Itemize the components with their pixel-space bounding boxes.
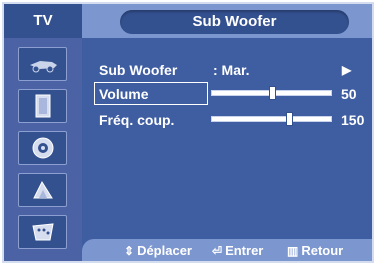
- sidebar-item-channel[interactable]: [18, 131, 67, 165]
- move-hint: ⇕ Déplacer: [124, 243, 192, 258]
- setup-icon: [32, 180, 53, 199]
- freq-value: 150: [341, 112, 365, 128]
- osd-window: TV Sub Woofer Sub Woofer: Mar. ▶ Volume…: [2, 2, 374, 263]
- volume-slider[interactable]: [211, 86, 332, 100]
- menu-row-volume[interactable]: Volume 50: [82, 82, 372, 105]
- sidebar: [4, 38, 82, 261]
- updown-arrows-icon: ⇕: [124, 244, 135, 258]
- menu-panel: Sub Woofer : Mar. ▶ Volume 50 Fréq. coup…: [82, 38, 372, 261]
- volume-value: 50: [341, 86, 357, 102]
- freq-label: Fréq. coup.: [99, 112, 175, 128]
- move-label: Déplacer: [137, 243, 192, 258]
- sidebar-item-input[interactable]: [18, 215, 67, 249]
- return-icon: ▥: [287, 244, 299, 258]
- volume-label: Volume: [99, 86, 149, 102]
- return-label: Retour: [301, 243, 344, 258]
- tv-label: TV: [4, 4, 82, 38]
- sidebar-item-sound[interactable]: [18, 89, 67, 123]
- sub-woofer-label: Sub Woofer: [99, 62, 178, 78]
- input-icon: [31, 223, 54, 241]
- return-hint: ▥ Retour: [287, 243, 343, 258]
- volume-slider-handle[interactable]: [268, 86, 276, 100]
- enter-icon: ⏎: [212, 244, 223, 258]
- picture-icon: [29, 61, 57, 73]
- freq-slider-handle[interactable]: [286, 112, 294, 126]
- enter-label: Entrer: [225, 243, 264, 258]
- arrow-right-icon: ▶: [342, 63, 352, 77]
- sidebar-item-picture[interactable]: [18, 47, 67, 81]
- sidebar-item-setup[interactable]: [18, 173, 67, 207]
- sub-woofer-value: : Mar.: [213, 62, 250, 78]
- enter-hint: ⏎ Entrer: [212, 243, 263, 258]
- page-title: Sub Woofer: [120, 10, 349, 34]
- header-bar: TV Sub Woofer: [4, 4, 372, 38]
- freq-slider[interactable]: [211, 112, 332, 126]
- sound-icon: [35, 94, 50, 118]
- channel-icon: [32, 137, 53, 159]
- footer-bar: ⇕ Déplacer ⏎ Entrer ▥ Retour: [82, 239, 372, 261]
- menu-row-freq[interactable]: Fréq. coup. 150: [82, 109, 372, 131]
- menu-row-sub-woofer[interactable]: Sub Woofer : Mar. ▶: [82, 59, 372, 81]
